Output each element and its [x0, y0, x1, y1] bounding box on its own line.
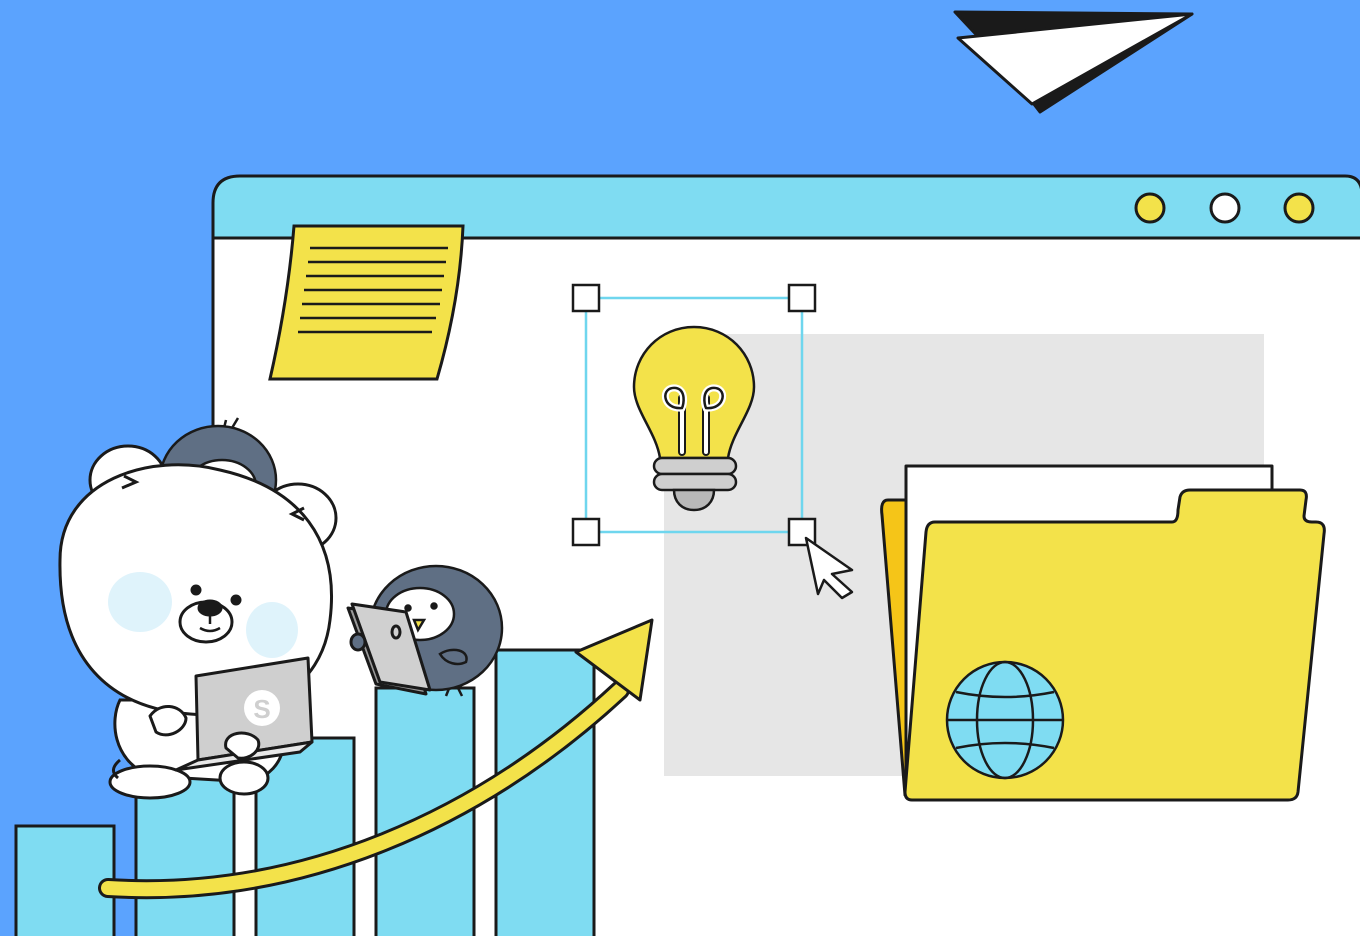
window-control-2[interactable]: [1209, 192, 1241, 224]
window-control-1[interactable]: [1134, 192, 1166, 224]
globe-icon: [945, 660, 1065, 780]
resize-handle-top-right[interactable]: [787, 283, 817, 313]
sticky-note-icon: [268, 224, 465, 381]
folder-icon: [880, 464, 1326, 802]
paper-plane-icon: [953, 10, 1194, 114]
laptop-logo: S: [253, 694, 270, 724]
resize-handle-bottom-left[interactable]: [571, 517, 601, 547]
window-control-3[interactable]: [1283, 192, 1315, 224]
illustration: S: [14, 10, 1360, 936]
resize-handle-top-left[interactable]: [571, 283, 601, 313]
